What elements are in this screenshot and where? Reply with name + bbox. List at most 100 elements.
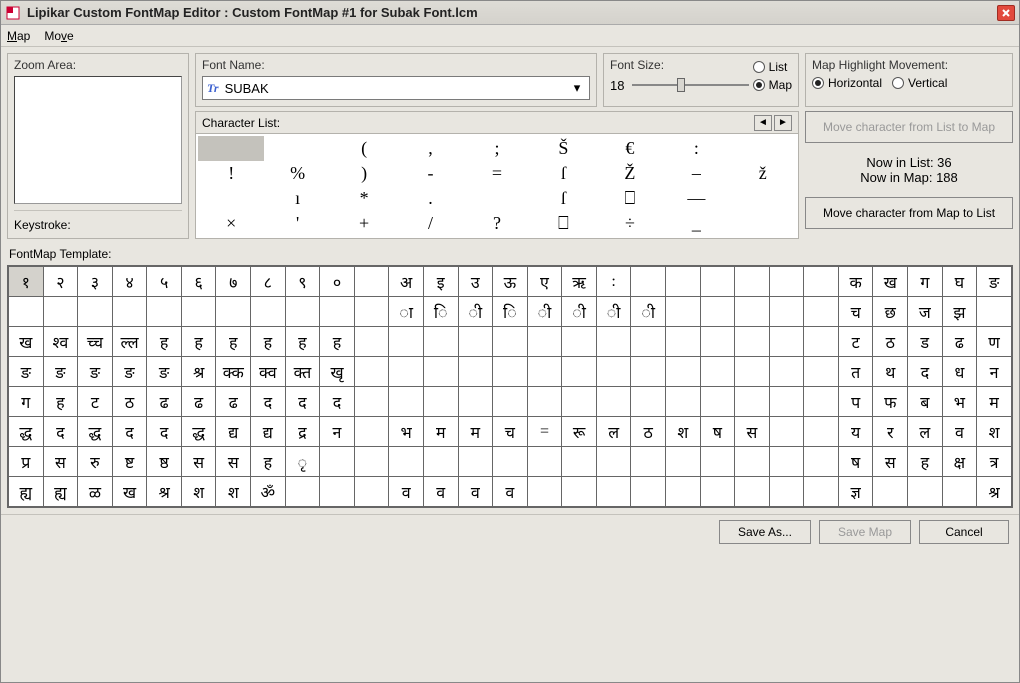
fontmap-cell[interactable]: द xyxy=(147,417,182,447)
fontmap-cell[interactable]: स xyxy=(216,447,251,477)
fontmap-cell[interactable] xyxy=(700,477,735,507)
fontmap-cell[interactable] xyxy=(665,387,700,417)
fontmap-cell[interactable]: भ xyxy=(942,387,977,417)
charlist-cell[interactable]: : xyxy=(663,136,729,161)
fontmap-cell[interactable]: ठ xyxy=(112,387,147,417)
charlist-cell[interactable] xyxy=(730,186,796,211)
fontmap-cell[interactable] xyxy=(942,477,977,507)
fontmap-cell[interactable] xyxy=(631,477,666,507)
fontmap-cell[interactable] xyxy=(562,357,597,387)
fontmap-cell[interactable]: ल xyxy=(596,417,631,447)
fontmap-cell[interactable]: ह xyxy=(251,447,286,477)
fontmap-cell[interactable] xyxy=(700,387,735,417)
fontmap-cell[interactable] xyxy=(147,297,182,327)
charlist-cell[interactable]: - xyxy=(397,161,463,186)
fontmap-cell[interactable]: ि xyxy=(423,297,458,327)
fontmap-cell[interactable]: द xyxy=(320,387,355,417)
fontmap-cell[interactable]: ७ xyxy=(216,267,251,297)
fontmap-cell[interactable] xyxy=(493,327,528,357)
fontmap-cell[interactable] xyxy=(908,477,943,507)
charlist-cell[interactable]: ! xyxy=(198,161,264,186)
charlist-cell[interactable]: ÷ xyxy=(597,211,663,236)
charlist-cell[interactable]: = xyxy=(464,161,530,186)
fontmap-cell[interactable]: द्र xyxy=(285,417,320,447)
fontmap-cell[interactable]: इ xyxy=(423,267,458,297)
fontmap-cell[interactable]: ह xyxy=(216,327,251,357)
fontmap-cell[interactable]: ६ xyxy=(181,267,216,297)
fontmap-cell[interactable] xyxy=(389,447,424,477)
fontmap-cell[interactable]: क xyxy=(838,267,873,297)
fontmap-cell[interactable]: द्ध xyxy=(78,417,113,447)
fontmap-cell[interactable]: ष्ठ xyxy=(147,447,182,477)
fontmap-cell[interactable]: व xyxy=(423,477,458,507)
fontmap-cell[interactable]: अ xyxy=(389,267,424,297)
fontmap-cell[interactable]: त्र xyxy=(977,447,1012,477)
fontmap-cell[interactable]: छ xyxy=(873,297,908,327)
fontmap-cell[interactable]: ढ xyxy=(216,387,251,417)
fontmap-cell[interactable]: श्र xyxy=(147,477,182,507)
charlist-cell[interactable]: ( xyxy=(331,136,397,161)
fontmap-cell[interactable]: प xyxy=(838,387,873,417)
fontmap-cell[interactable] xyxy=(354,447,389,477)
fontmap-cell[interactable]: ल्ल xyxy=(112,327,147,357)
charlist-cell[interactable]: , xyxy=(397,136,463,161)
charlist-cell[interactable]: _ xyxy=(663,211,729,236)
fontmap-cell[interactable]: क्व xyxy=(251,357,286,387)
fontmap-cell[interactable]: क्त xyxy=(285,357,320,387)
fontmap-cell[interactable]: ट xyxy=(78,387,113,417)
fontmap-cell[interactable]: म xyxy=(423,417,458,447)
fontmap-cell[interactable] xyxy=(562,387,597,417)
fontmap-cell[interactable] xyxy=(389,357,424,387)
radio-list[interactable]: List xyxy=(753,60,792,74)
fontmap-cell[interactable]: व xyxy=(493,477,528,507)
fontmap-cell[interactable]: स xyxy=(43,447,78,477)
fontmap-cell[interactable] xyxy=(493,447,528,477)
fontmap-cell[interactable] xyxy=(527,447,562,477)
fontmap-cell[interactable]: न xyxy=(977,357,1012,387)
charlist-cell[interactable]: ⎕ xyxy=(530,211,596,236)
fontmap-cell[interactable]: द्य xyxy=(251,417,286,447)
fontmap-cell[interactable]: झ xyxy=(942,297,977,327)
close-button[interactable] xyxy=(997,5,1015,21)
charlist-cell[interactable]: × xyxy=(198,211,264,236)
fontmap-cell[interactable] xyxy=(769,387,804,417)
fontmap-cell[interactable]: ढ xyxy=(181,387,216,417)
charlist-cell[interactable] xyxy=(198,186,264,211)
fontmap-cell[interactable] xyxy=(9,297,44,327)
fontmap-cell[interactable]: ा xyxy=(389,297,424,327)
fontmap-cell[interactable]: ब xyxy=(908,387,943,417)
charlist-next-button[interactable]: ► xyxy=(774,115,792,131)
fontmap-cell[interactable]: ज्ञ xyxy=(838,477,873,507)
fontmap-cell[interactable]: रू xyxy=(562,417,597,447)
fontmap-cell[interactable]: ङ xyxy=(9,357,44,387)
fontmap-cell[interactable] xyxy=(735,327,770,357)
fontmap-cell[interactable]: क्ष xyxy=(942,447,977,477)
fontmap-cell[interactable] xyxy=(804,297,839,327)
fontmap-cell[interactable]: ग xyxy=(908,267,943,297)
fontmap-cell[interactable]: व xyxy=(389,477,424,507)
fontmap-cell[interactable]: द xyxy=(251,387,286,417)
fontmap-cell[interactable]: त xyxy=(838,357,873,387)
fontmap-cell[interactable]: ॐ xyxy=(251,477,286,507)
fontmap-cell[interactable]: ळ xyxy=(78,477,113,507)
fontmap-cell[interactable] xyxy=(977,297,1012,327)
fontmap-cell[interactable] xyxy=(354,417,389,447)
fontmap-cell[interactable]: ग xyxy=(9,387,44,417)
fontmap-cell[interactable]: ृ xyxy=(285,447,320,477)
fontmap-cell[interactable] xyxy=(769,477,804,507)
fontmap-cell[interactable] xyxy=(458,327,493,357)
fontmap-cell[interactable]: ऋ xyxy=(562,267,597,297)
fontmap-cell[interactable] xyxy=(527,357,562,387)
charlist-cell[interactable] xyxy=(464,186,530,211)
fontmap-cell[interactable] xyxy=(354,327,389,357)
charlist-cell[interactable]: — xyxy=(663,186,729,211)
fontmap-cell[interactable]: ह्य xyxy=(9,477,44,507)
fontmap-cell[interactable]: द्ध xyxy=(9,417,44,447)
fontmap-cell[interactable]: द xyxy=(112,417,147,447)
charlist-cell[interactable]: ' xyxy=(264,211,330,236)
fontmap-cell[interactable]: = xyxy=(527,417,562,447)
fontmap-cell[interactable]: ८ xyxy=(251,267,286,297)
fontmap-cell[interactable] xyxy=(735,387,770,417)
fontmap-cell[interactable] xyxy=(596,447,631,477)
fontmap-cell[interactable]: ए xyxy=(527,267,562,297)
